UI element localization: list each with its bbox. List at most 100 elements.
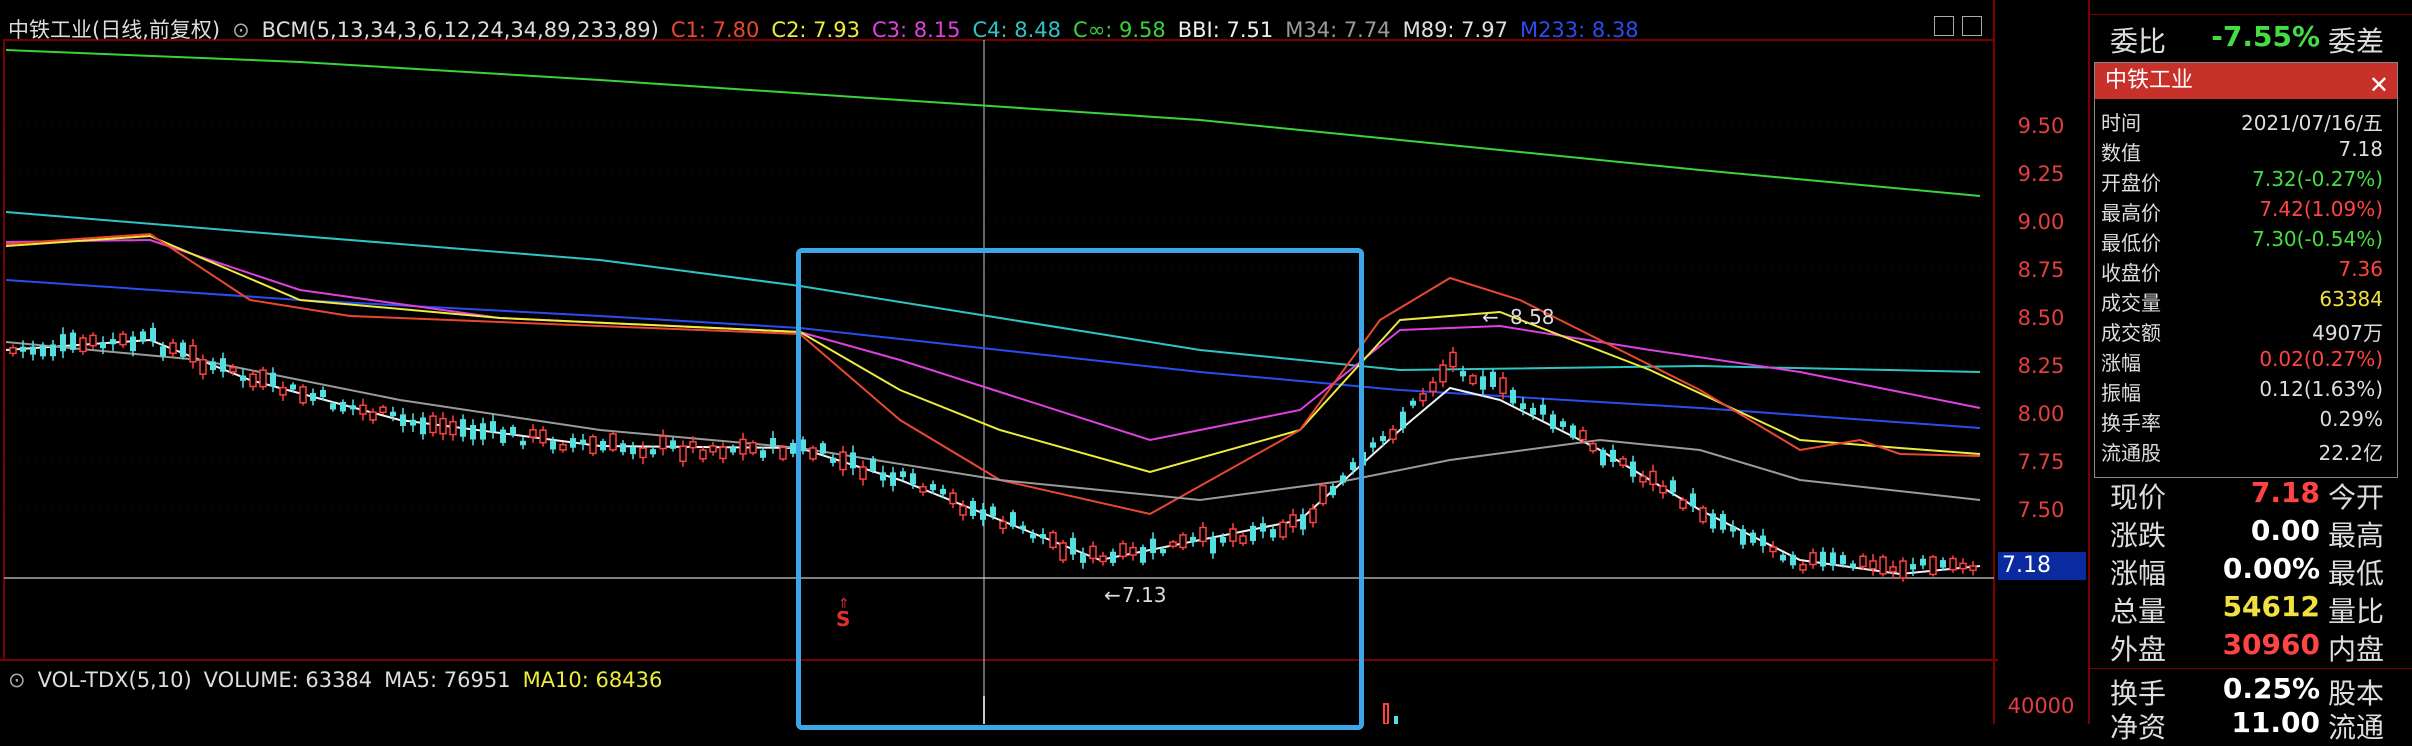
weibi-value: -7.55% [2211,20,2320,53]
tooltip-key: 收盘价 [2101,261,2161,285]
candle-body [1740,529,1746,545]
candle-body [639,447,647,459]
candle-body [630,446,636,455]
quote-label-2: 最低 [2328,557,2385,590]
tooltip-titlebar[interactable]: 中铁工业 ✕ [2095,63,2397,99]
candle-body [1649,470,1657,486]
candle-body [270,372,276,387]
candle-body [169,342,177,355]
candle-body [1869,560,1877,570]
tooltip-row: 收盘价 7.36 [2095,257,2389,285]
candle-body [330,403,336,410]
candle-body [1730,526,1736,532]
candle-body [359,404,367,415]
candle-body [1959,562,1967,570]
candle-body [240,375,246,381]
quote-label: 总量 [2110,595,2167,628]
tooltip-row: 涨幅 0.02(0.27%) [2095,347,2389,375]
price-axis-label: 8.50 [2017,306,2065,330]
candle-body [1940,560,1946,568]
candle-body [310,392,316,401]
high-arrow-icon: ← [1482,305,1499,329]
candle-body [1419,393,1427,402]
candle-body [1619,458,1627,466]
tooltip-row: 时间 2021/07/16/五 [2095,107,2389,135]
candle-body [320,389,326,398]
close-icon[interactable]: ✕ [2369,67,2389,103]
weibi-row: 委比 -7.55% 委差 [2102,20,2402,60]
kline-chart-area[interactable]: 8.58 7.13 ← ← S ⇑ 中铁工业(日线,前复权) ⊙ BCM(5,13,… [0,0,1998,730]
tooltip-key: 振幅 [2101,381,2141,405]
candle-body [429,415,437,434]
candle-body [1530,407,1536,415]
window-restore-button[interactable] [1934,16,1954,36]
volume-value: VOLUME: 63384 [203,668,373,692]
candle-body [760,450,766,458]
data-tooltip-window[interactable]: 中铁工业 ✕ 时间 2021/07/16/五 数值 7.18 开盘价 7.32(… [2094,62,2398,478]
volume-settings-icon[interactable]: ⊙ [8,668,26,692]
candle-body [1830,552,1836,566]
quote-label: 净资 [2110,711,2167,744]
selection-box[interactable] [796,248,1364,730]
quote-value: 0.25% [2222,672,2320,705]
current-price-tag: 7.18 [1998,552,2086,580]
quote-row: 涨跌 0.00 最高 [2102,514,2402,554]
candle-body [1670,480,1676,493]
candle-body [1460,371,1466,377]
candle-body [600,440,606,451]
ma10-value: MA10: 68436 [522,668,663,692]
candle-body [449,420,457,436]
tooltip-key: 开盘价 [2101,171,2161,195]
candle-body [1589,442,1597,452]
volume-bar [1383,703,1389,724]
candle-body [670,440,676,449]
price-axis-label: 9.25 [2017,162,2065,186]
window-maximize-button[interactable] [1962,16,1982,36]
candle-body [1899,560,1907,579]
candle-body [1780,554,1786,561]
bbi-value: BBI: 7.51 [1177,18,1274,42]
candle-body [1710,513,1716,529]
candle-body [620,443,626,453]
indicator-dropdown-icon[interactable]: ⊙ [232,18,250,42]
quote-panel-top-strip [2090,0,2412,15]
chart-header: 中铁工业(日线,前复权) ⊙ BCM(5,13,34,3,6,12,24,34,89… [8,14,1651,44]
tooltip-key: 流通股 [2101,441,2161,465]
price-axis-label: 8.00 [2017,402,2065,426]
weicha-label: 委差 [2328,25,2385,58]
candle-body [400,414,406,426]
tooltip-row: 开盘价 7.32(-0.27%) [2095,167,2389,195]
price-axis-label: 9.00 [2017,210,2065,234]
candle-body [89,334,97,347]
quote-label: 现价 [2110,481,2167,514]
candle-body [390,411,396,417]
candle-body [340,401,346,412]
candle-body [350,405,356,410]
candle-body [1410,400,1416,406]
candle-body [229,366,237,373]
candle-body [1760,535,1766,547]
tooltip-value: 7.42(1.09%) [2259,197,2383,221]
candle-body [650,449,656,455]
volume-bar [1394,716,1398,724]
candle-body [1560,421,1566,427]
c4-value: C4: 8.48 [972,18,1062,42]
candle-body [1380,436,1386,442]
tooltip-key: 换手率 [2101,411,2161,435]
candle-body [709,445,717,453]
candle-body [1579,429,1587,441]
quote-label: 外盘 [2110,633,2167,666]
candle-body [439,417,447,435]
quote-label: 涨幅 [2110,557,2167,590]
candle-body [180,342,186,357]
quote-label-2: 流通 [2328,711,2385,744]
candle-body [529,429,537,438]
quote-label-2: 内盘 [2328,633,2385,666]
candle-body [279,386,287,396]
tooltip-row: 数值 7.18 [2095,137,2389,165]
tooltip-key: 时间 [2101,111,2141,135]
candle-body [420,417,426,435]
candle-body [490,421,496,432]
price-axis-label: 9.50 [2017,114,2065,138]
candle-body [410,419,416,426]
